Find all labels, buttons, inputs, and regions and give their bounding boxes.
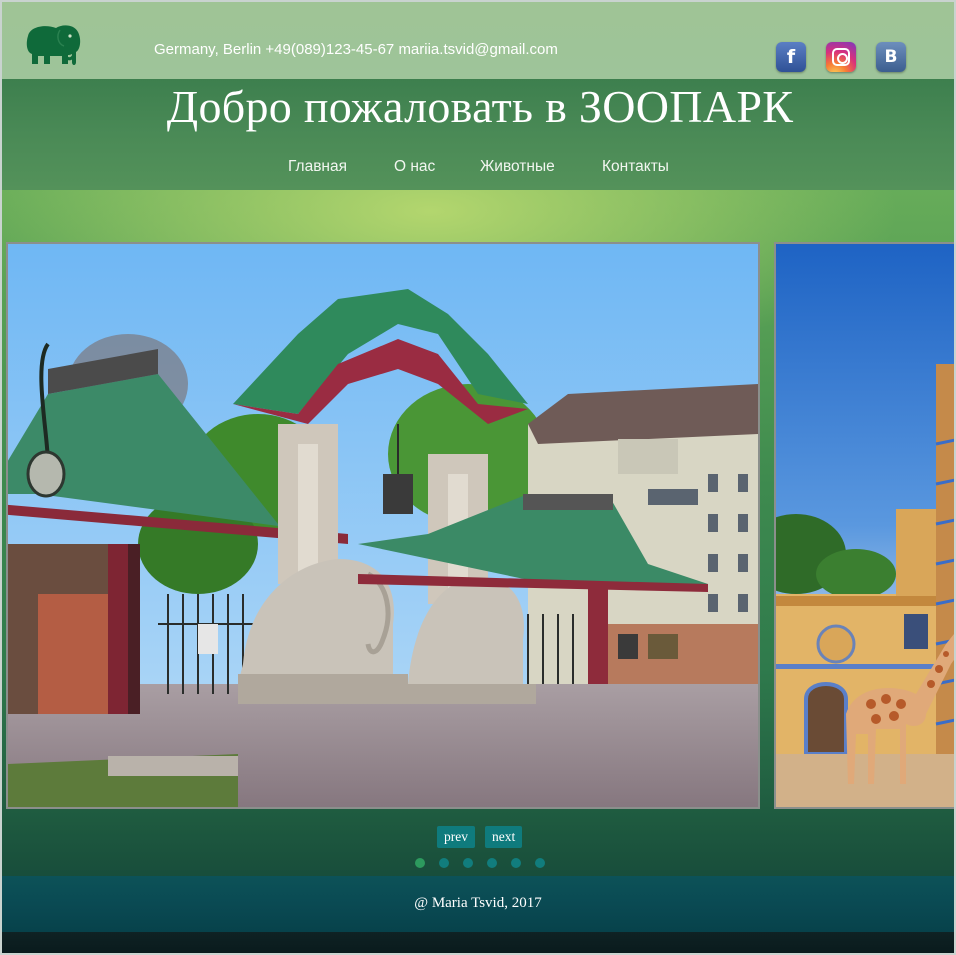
main-nav: Главная О нас Животные Контакты	[2, 158, 954, 178]
page-title: Добро пожаловать в ЗООПАРК	[2, 80, 954, 133]
vk-icon[interactable]: B	[876, 42, 906, 72]
page-title-text: Добро пожаловать в ЗООПАРК	[166, 81, 794, 132]
contact-info: Germany, Berlin +49(089)123-45-67 mariia…	[154, 41, 558, 58]
facebook-glyph: f	[786, 46, 796, 68]
slider-dot-3[interactable]	[463, 858, 473, 868]
instagram-camera-icon	[832, 48, 850, 66]
slider-dot-4[interactable]	[487, 858, 497, 868]
vk-glyph: B	[884, 47, 898, 67]
slider-dot-1[interactable]	[415, 858, 425, 868]
page: Germany, Berlin +49(089)123-45-67 mariia…	[0, 0, 956, 955]
next-button[interactable]: next	[485, 826, 523, 848]
prev-button[interactable]: prev	[437, 826, 475, 848]
instagram-icon[interactable]	[826, 42, 856, 72]
elephant-icon[interactable]	[20, 22, 84, 68]
nav-item-home[interactable]: Главная	[288, 158, 347, 176]
zoo-entrance-photo	[8, 244, 758, 807]
slider-dot-5[interactable]	[511, 858, 521, 868]
giraffe-photo	[776, 244, 954, 807]
nav-item-about[interactable]: О нас	[394, 158, 435, 176]
slider-dot-2[interactable]	[439, 858, 449, 868]
facebook-icon[interactable]: f	[776, 42, 806, 72]
copyright-text: @ Maria Tsvid, 2017	[414, 895, 542, 911]
page-bottom	[2, 932, 954, 953]
nav-item-animals[interactable]: Животные	[480, 158, 555, 176]
slider-dot-6[interactable]	[535, 858, 545, 868]
nav-item-contacts[interactable]: Контакты	[602, 158, 669, 176]
slide-zoo-entrance	[6, 242, 760, 809]
slide-giraffe	[774, 242, 954, 809]
